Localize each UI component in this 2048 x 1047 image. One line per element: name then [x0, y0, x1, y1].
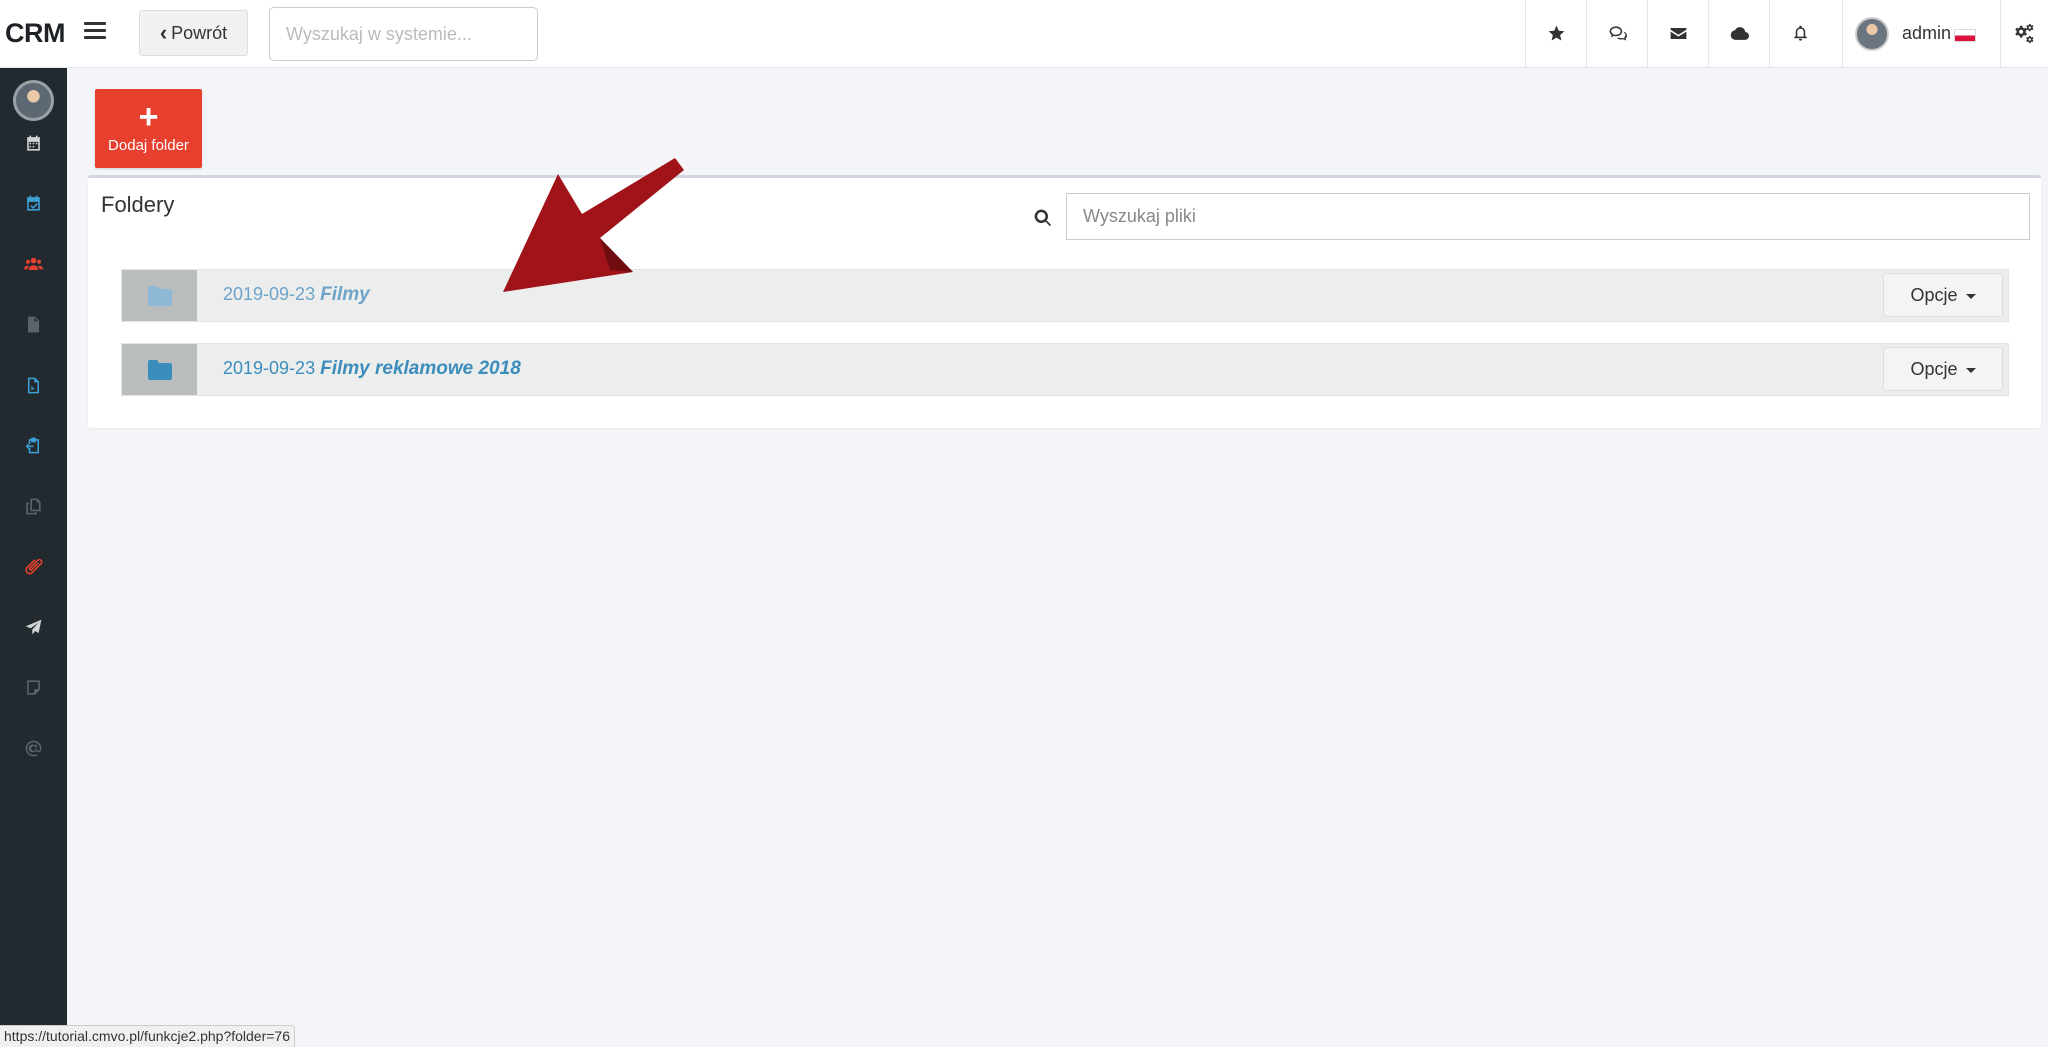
sidebar-item-file[interactable] — [0, 304, 67, 344]
folder-link[interactable]: 2019-09-23 Filmy reklamowe 2018 — [223, 358, 521, 380]
copy-icon — [26, 498, 41, 514]
sidebar-item-copy[interactable] — [0, 486, 67, 526]
sidebar-item-paperclip[interactable] — [0, 546, 67, 586]
add-folder-button[interactable]: + Dodaj folder — [95, 89, 202, 168]
user-name: admin — [1902, 23, 1952, 43]
add-folder-label: Dodaj folder — [108, 137, 189, 154]
folder-options-button[interactable]: Opcje — [1883, 273, 2003, 317]
annotation-arrow-icon — [503, 158, 684, 292]
sidebar — [0, 68, 67, 1047]
sidebar-item-clipboard[interactable] — [0, 425, 67, 465]
sidebar-item-users[interactable] — [0, 244, 67, 284]
plus-icon: + — [138, 98, 159, 136]
file-icon — [27, 316, 40, 332]
sidebar-item-calendar-check[interactable] — [0, 183, 67, 223]
folder-icon — [147, 285, 172, 306]
folder-date: 2019-09-23 — [223, 358, 316, 378]
bell-icon[interactable] — [1769, 0, 1830, 67]
sidebar-item-calendar[interactable] — [0, 123, 67, 163]
folder-name: Filmy — [320, 284, 370, 305]
folder-date: 2019-09-23 — [223, 284, 316, 304]
comments-icon[interactable] — [1586, 0, 1647, 67]
clipboard-icon — [25, 437, 40, 453]
top-bar: CRM ‹ Powrót admin — [0, 0, 2048, 68]
paperclip-icon — [25, 558, 43, 574]
avatar — [1855, 16, 1889, 51]
status-bar-url: https://tutorial.cmvo.pl/funkcje2.php?fo… — [0, 1025, 296, 1047]
users-icon — [24, 257, 43, 270]
sidebar-item-at[interactable] — [0, 728, 67, 768]
folders-panel: Foldery 2019-09-23 Filmy Opcje 2019-09-2… — [88, 175, 2041, 428]
sticky-note-icon — [27, 679, 40, 695]
search-icon — [1034, 209, 1052, 227]
folder-icon — [147, 359, 172, 380]
header-icon-group — [1525, 0, 1830, 67]
panel-title: Foldery — [101, 192, 175, 217]
system-search-input[interactable] — [269, 7, 538, 61]
sidebar-item-paper-plane[interactable] — [0, 607, 67, 647]
calendar-check-icon — [27, 195, 40, 211]
envelope-icon[interactable] — [1647, 0, 1708, 67]
folder-thumbnail[interactable] — [122, 344, 197, 395]
at-icon — [25, 740, 42, 756]
paper-plane-icon — [25, 619, 42, 635]
menu-toggle-icon[interactable] — [84, 22, 106, 44]
cloud-icon[interactable] — [1708, 0, 1769, 67]
chevron-left-icon: ‹ — [159, 20, 168, 45]
file-pdf-icon — [27, 377, 40, 393]
caret-down-icon — [1965, 367, 1976, 373]
folder-link[interactable]: 2019-09-23 Filmy — [223, 284, 370, 306]
sidebar-avatar[interactable] — [13, 80, 54, 121]
folder-options-button[interactable]: Opcje — [1883, 347, 2003, 391]
app-logo[interactable]: CRM — [5, 18, 66, 49]
caret-down-icon — [1965, 293, 1976, 299]
calendar-icon — [27, 135, 40, 151]
options-label: Opcje — [1910, 284, 1958, 305]
sidebar-item-file-pdf[interactable] — [0, 365, 67, 405]
folder-name: Filmy reklamowe 2018 — [320, 358, 521, 379]
files-search-input[interactable] — [1066, 193, 2030, 240]
options-label: Opcje — [1910, 358, 1958, 379]
folder-thumbnail[interactable] — [122, 270, 197, 321]
user-menu[interactable]: admin — [1842, 0, 2000, 67]
flag-pl-icon — [1954, 29, 1977, 42]
back-button[interactable]: ‹ Powrót — [139, 10, 248, 56]
back-button-label: Powrót — [171, 22, 228, 43]
cogs-icon[interactable] — [2000, 0, 2048, 67]
star-icon[interactable] — [1525, 0, 1586, 67]
folder-row: 2019-09-23 Filmy Opcje — [121, 269, 2009, 322]
folder-row: 2019-09-23 Filmy reklamowe 2018 Opcje — [121, 343, 2009, 396]
sidebar-item-sticky-note[interactable] — [0, 667, 67, 707]
